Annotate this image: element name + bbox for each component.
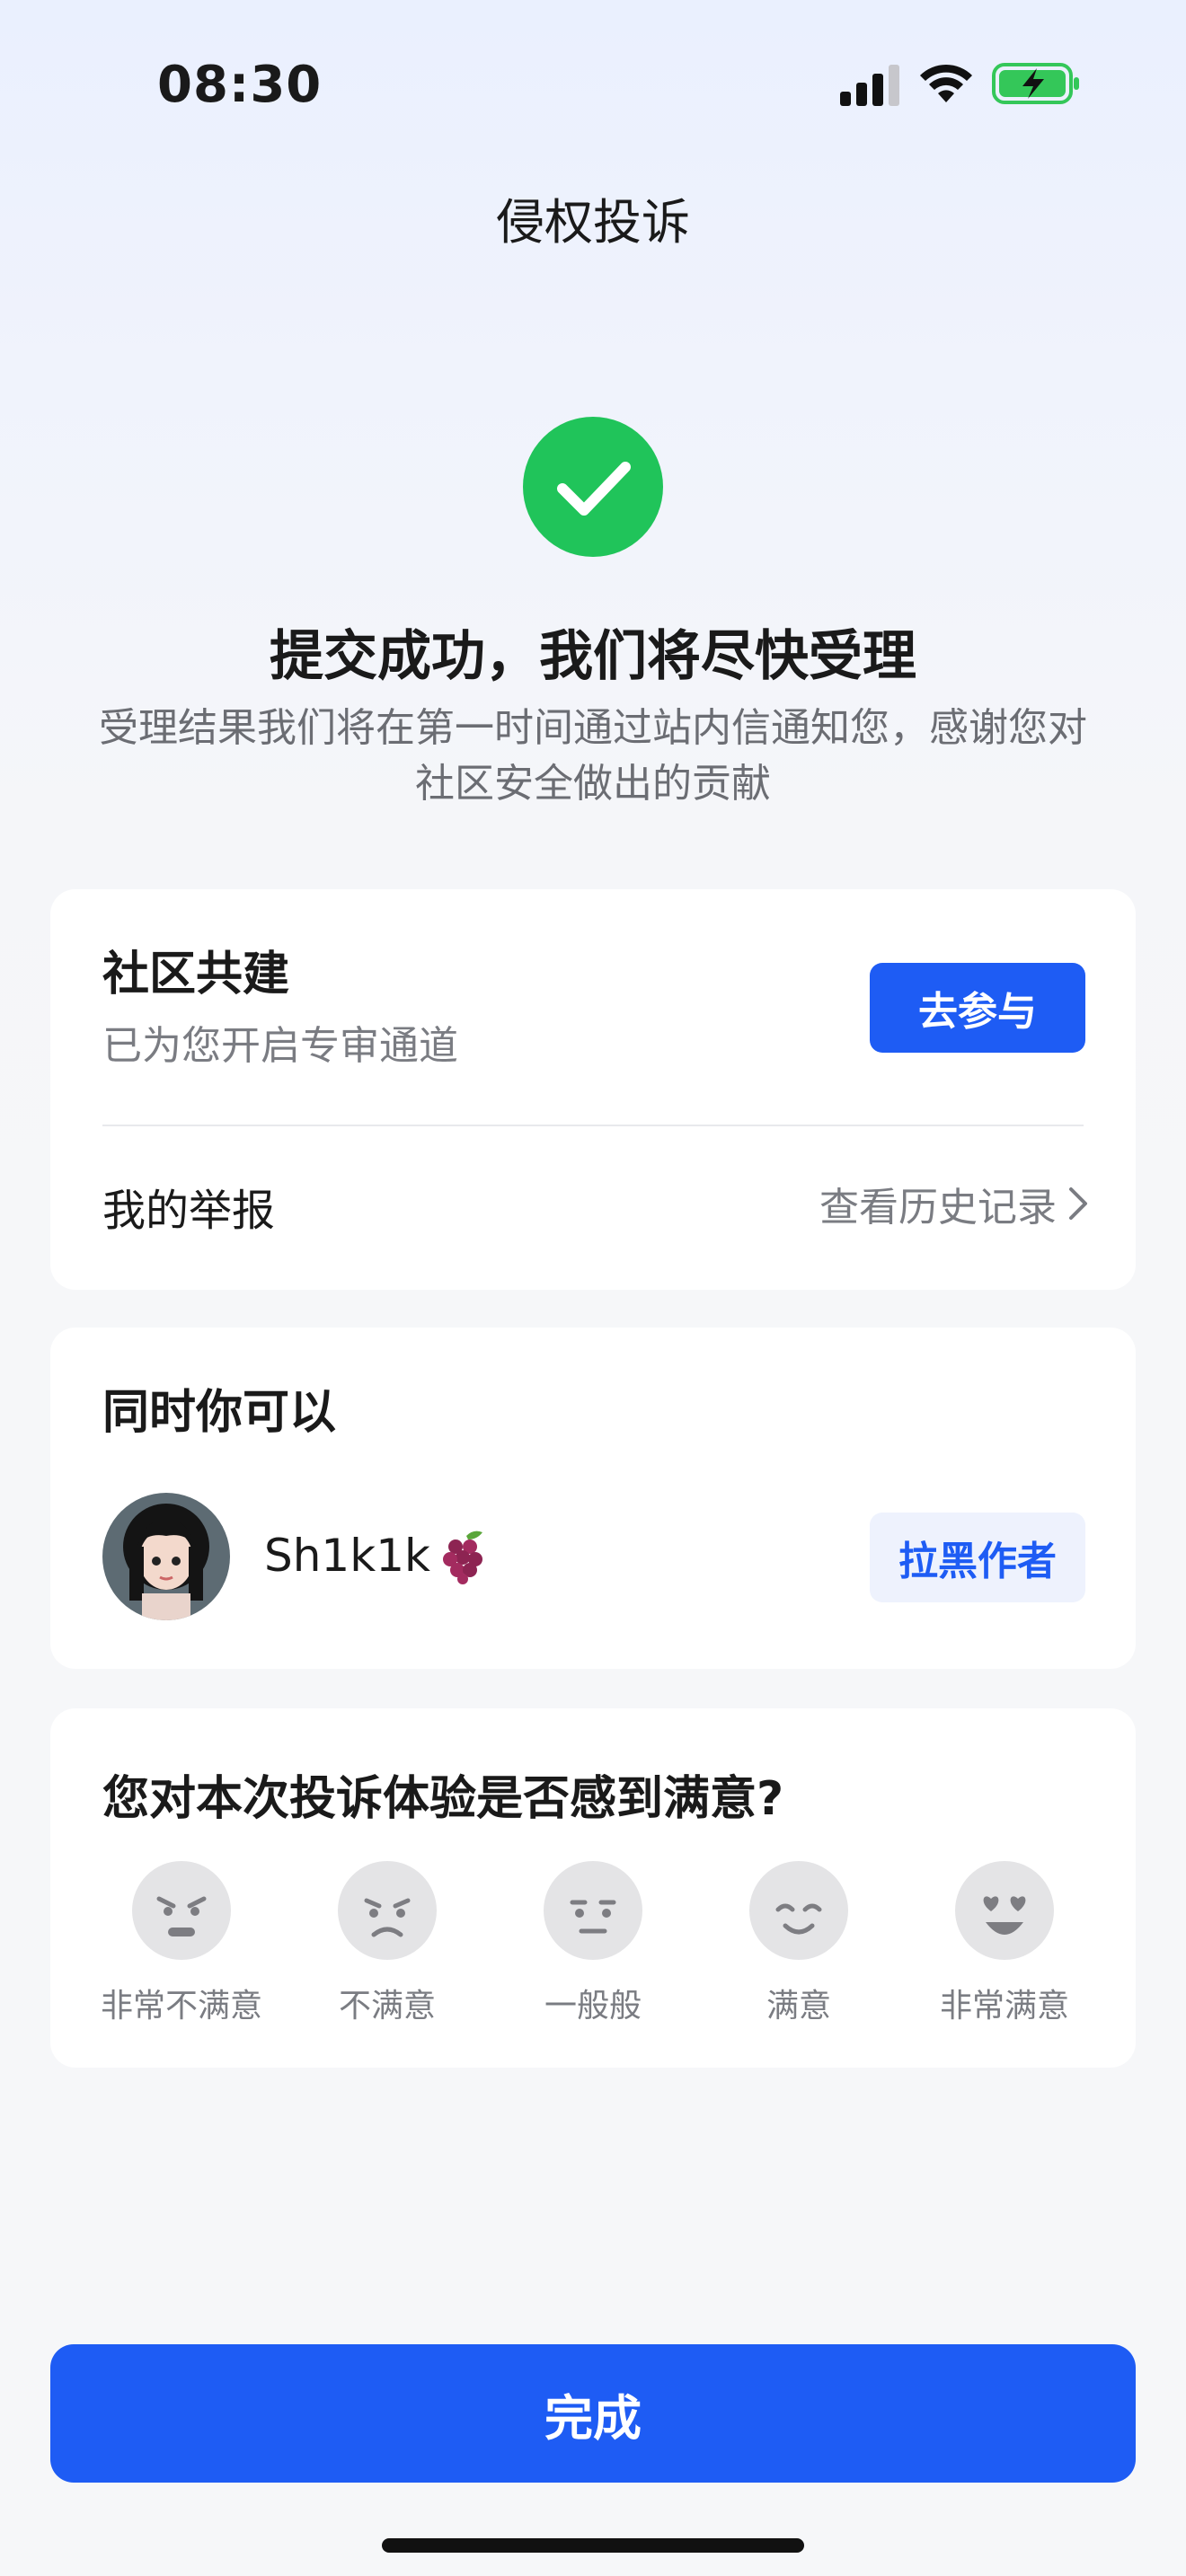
wifi-icon (920, 64, 972, 102)
cellular-signal-icon (840, 65, 899, 106)
satisfied-face-icon (749, 1861, 848, 1960)
status-time: 08:30 (157, 56, 323, 114)
rating-satisfied[interactable]: 满意 (704, 1859, 894, 2026)
rating-label: 非常满意 (939, 1988, 1069, 2025)
community-subtitle: 已为您开启专审通道 (102, 1023, 458, 1069)
community-card: 社区共建 已为您开启专审通道 去参与 我的举报 查看历史记录 (50, 889, 1136, 1290)
author-name[interactable]: Sh1k1k (264, 1527, 493, 1584)
participate-button[interactable]: 去参与 (870, 963, 1085, 1053)
my-reports-label: 我的举报 (102, 1186, 276, 1236)
chevron-right-icon (1069, 1187, 1087, 1220)
very-satisfied-face-icon (955, 1861, 1054, 1960)
rating-label: 一般般 (544, 1988, 642, 2025)
rating-dissatisfied[interactable]: 不满意 (292, 1859, 482, 2026)
history-link-label: 查看历史记录 (819, 1185, 1057, 1231)
rating-label: 满意 (766, 1988, 831, 2025)
status-bar: 08:30 (0, 0, 1186, 180)
also-you-can-card: 同时你可以 Sh1k1k 拉黑作者 (50, 1328, 1136, 1669)
very-dissatisfied-face-icon (132, 1861, 231, 1960)
rating-label: 非常不满意 (100, 1988, 262, 2025)
rating-neutral[interactable]: 一般般 (498, 1859, 688, 2026)
avatar[interactable] (102, 1493, 230, 1620)
home-indicator (382, 2538, 804, 2553)
complaint-success-page: 08:30 侵权投诉 提交成功，我们将尽快受理 受理结果我们将在第一时间通过站内… (0, 0, 1186, 2576)
rating-label: 不满意 (338, 1988, 436, 2025)
divider (102, 1125, 1084, 1126)
dissatisfied-face-icon (338, 1861, 437, 1960)
done-button[interactable]: 完成 (50, 2344, 1136, 2483)
satisfaction-card: 您对本次投诉体验是否感到满意? 非常不满意 不满意 一般般 满意 非常满意 (50, 1708, 1136, 2068)
neutral-face-icon (544, 1861, 642, 1960)
community-title: 社区共建 (102, 948, 290, 1001)
success-title: 提交成功，我们将尽快受理 (270, 625, 916, 688)
author-name-text: Sh1k1k (264, 1530, 430, 1582)
page-title: 侵权投诉 (496, 194, 690, 251)
grape-icon (442, 1531, 482, 1584)
rating-options: 非常不满意 不满意 一般般 满意 非常满意 (86, 1859, 1100, 2026)
satisfaction-question: 您对本次投诉体验是否感到满意? (102, 1772, 784, 1826)
block-author-button[interactable]: 拉黑作者 (870, 1513, 1085, 1602)
also-title: 同时你可以 (102, 1386, 337, 1440)
check-circle-icon (523, 417, 663, 557)
rating-very-satisfied[interactable]: 非常满意 (909, 1859, 1100, 2026)
avatar-image (102, 1493, 230, 1620)
rating-very-dissatisfied[interactable]: 非常不满意 (86, 1859, 277, 2026)
success-description: 受理结果我们将在第一时间通过站内信通知您，感谢您对社区安全做出的贡献 (99, 705, 1087, 807)
history-link[interactable]: 查看历史记录 (819, 1175, 1091, 1232)
battery-charging-icon (992, 63, 1079, 104)
